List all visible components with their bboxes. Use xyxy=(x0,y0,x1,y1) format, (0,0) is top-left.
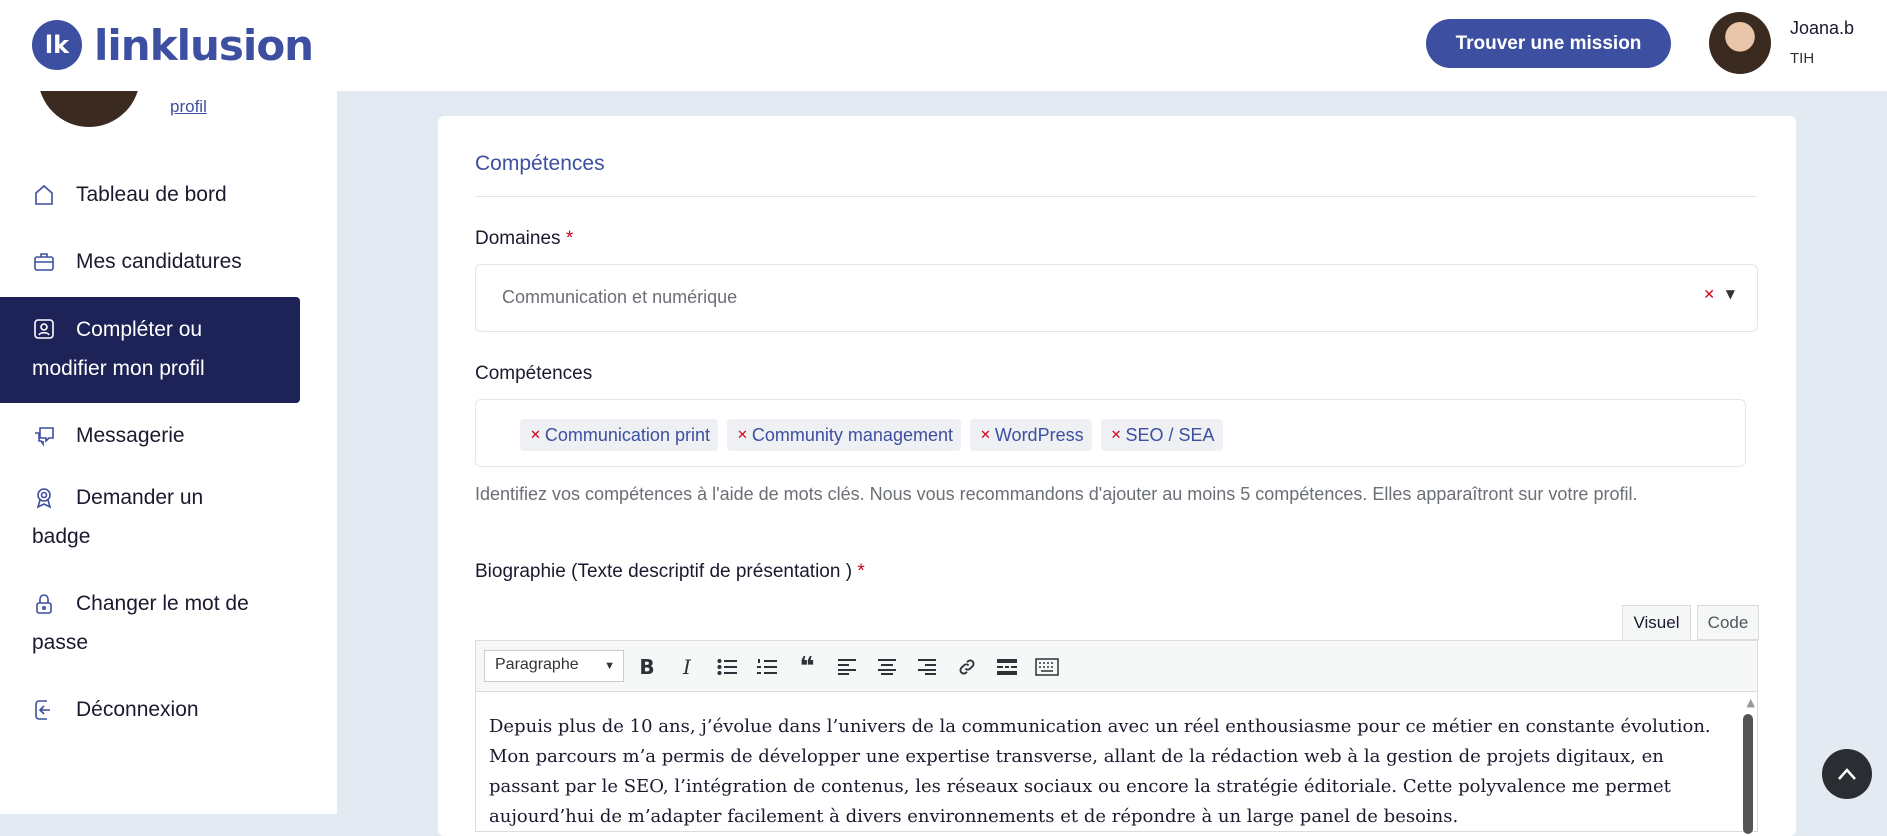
sidebar-item-password[interactable]: Changer le mot de passe xyxy=(0,584,300,662)
chevron-up-icon xyxy=(1838,768,1856,780)
bio-text[interactable]: Depuis plus de 10 ans, j’évolue dans l’u… xyxy=(489,712,1719,832)
tab-visual[interactable]: Visuel xyxy=(1622,605,1691,640)
chat-icon xyxy=(35,427,54,447)
sidebar-item-label: Déconnexion xyxy=(76,698,199,721)
bio-editor[interactable]: Depuis plus de 10 ans, j’évolue dans l’u… xyxy=(475,692,1758,834)
user-name[interactable]: Joana.b xyxy=(1790,18,1854,39)
numbered-list-icon[interactable] xyxy=(753,653,781,681)
profile-link[interactable]: profil xyxy=(170,97,207,117)
sidebar-item-label: Tableau de bord xyxy=(76,183,227,206)
align-right-icon[interactable] xyxy=(913,653,941,681)
sidebar-item-logout[interactable]: Déconnexion xyxy=(0,690,300,729)
editor-scrollbar[interactable] xyxy=(1743,714,1753,834)
sidebar-item-label: Mes candidatures xyxy=(76,250,242,273)
sidebar-item-label: Messagerie xyxy=(76,424,185,447)
remove-tag-icon[interactable]: ✕ xyxy=(737,427,748,443)
linklusion-logo[interactable]: lk linklusion xyxy=(32,20,314,70)
caret-down-icon[interactable]: ▼ xyxy=(1726,287,1735,301)
format-select[interactable]: Paragraphe ▼ xyxy=(484,650,624,682)
editor-toolbar: Paragraphe ▼ B I ❝ xyxy=(475,640,1758,692)
competences-label: Compétences xyxy=(475,363,593,384)
bullet-list-icon[interactable] xyxy=(713,653,741,681)
user-avatar[interactable] xyxy=(1709,12,1771,74)
caret-down-icon: ▼ xyxy=(604,660,615,672)
keyboard-icon[interactable] xyxy=(1033,653,1061,681)
skill-tag: ✕ Communication print xyxy=(520,419,718,451)
lock-icon xyxy=(36,594,52,614)
user-role: TIH xyxy=(1790,50,1815,67)
sidebar-item-dashboard[interactable]: Tableau de bord xyxy=(0,175,300,214)
domaines-select[interactable]: Communication et numérique ✕ ▼ xyxy=(475,264,1758,332)
tab-code[interactable]: Code xyxy=(1697,605,1759,640)
section-title: Compétences xyxy=(475,152,605,175)
blockquote-icon[interactable]: ❝ xyxy=(793,652,821,682)
link-icon[interactable] xyxy=(953,653,981,681)
sidebar-item-profile[interactable]: Compléter ou modifier mon profil xyxy=(0,297,300,403)
section-divider xyxy=(475,196,1757,197)
sidebar-item-badge[interactable]: Demander un badge xyxy=(0,478,300,556)
sidebar-item-label: Changer le mot de passe xyxy=(32,592,249,654)
domaines-value: Communication et numérique xyxy=(502,287,738,307)
remove-tag-icon[interactable]: ✕ xyxy=(980,427,991,443)
user-card-icon xyxy=(34,319,54,339)
clear-icon[interactable]: ✕ xyxy=(1703,287,1715,303)
home-icon xyxy=(35,184,53,205)
sidebar-item-messages[interactable]: Messagerie xyxy=(0,416,300,455)
logout-icon xyxy=(35,700,50,720)
bio-label: Biographie (Texte descriptif de présenta… xyxy=(475,561,865,582)
skill-tag: ✕ Community management xyxy=(726,419,961,451)
scroll-up-icon[interactable]: ▲ xyxy=(1747,696,1755,709)
logo-mark: lk xyxy=(32,20,82,70)
skill-tag: ✕ WordPress xyxy=(969,419,1092,451)
domaines-label: Domaines * xyxy=(475,228,574,249)
back-to-top-button[interactable] xyxy=(1822,749,1872,799)
skill-tag: ✕ SEO / SEA xyxy=(1100,419,1223,451)
read-more-icon[interactable] xyxy=(993,653,1021,681)
sidebar-item-label: Demander un badge xyxy=(32,486,204,548)
remove-tag-icon[interactable]: ✕ xyxy=(530,427,541,443)
sidebar-item-label: Compléter ou modifier mon profil xyxy=(32,318,205,380)
align-center-icon[interactable] xyxy=(873,653,901,681)
bold-icon[interactable]: B xyxy=(633,653,661,681)
remove-tag-icon[interactable]: ✕ xyxy=(1111,427,1122,443)
competences-helper-text: Identifiez vos compétences à l'aide de m… xyxy=(475,484,1638,504)
tag-list: ✕ Communication print ✕ Community manageme… xyxy=(520,419,1223,451)
italic-icon[interactable]: I xyxy=(673,653,701,681)
competences-input[interactable]: ✕ Communication print ✕ Community manageme… xyxy=(475,399,1746,467)
sidebar: profil Tableau de bord Mes candidatures … xyxy=(0,71,337,814)
briefcase-icon xyxy=(34,253,54,271)
align-left-icon[interactable] xyxy=(833,653,861,681)
badge-icon xyxy=(36,488,52,509)
sidebar-item-applications[interactable]: Mes candidatures xyxy=(0,242,300,281)
find-mission-button[interactable]: Trouver une mission xyxy=(1426,19,1671,68)
logo-wordmark: linklusion xyxy=(94,20,314,70)
top-header: lk linklusion Trouver une mission Joana.… xyxy=(0,0,1887,91)
